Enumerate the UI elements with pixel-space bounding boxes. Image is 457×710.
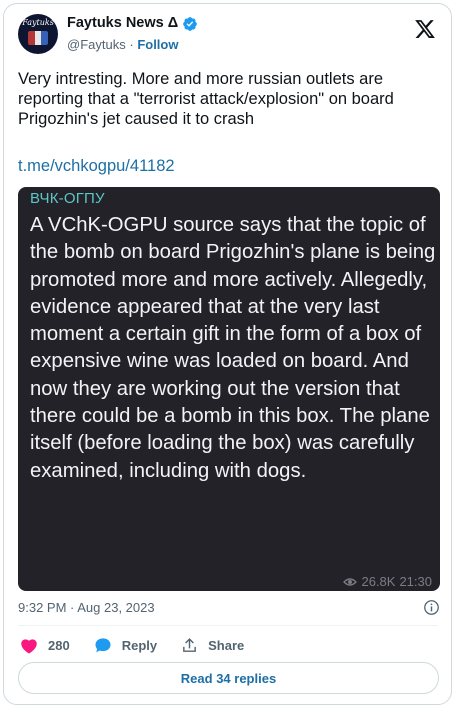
like-count: 280: [48, 637, 70, 653]
eye-icon: [343, 577, 358, 586]
tweet-header: Faytuks Faytuks News Δ @Faytuks · Follow: [18, 14, 438, 58]
info-icon[interactable]: [423, 599, 440, 616]
author-name-row: Faytuks News Δ: [67, 14, 198, 33]
author-handle-row: @Faytuks · Follow: [67, 35, 198, 54]
tweet-actions: 280 Reply Share: [20, 635, 268, 655]
reply-button[interactable]: Reply: [94, 637, 157, 654]
like-button[interactable]: 280: [20, 637, 70, 654]
read-replies-button[interactable]: Read 34 replies: [18, 662, 439, 694]
embed-message-text: A VChK-OGPU source says that the topic o…: [30, 214, 436, 482]
reply-bubble-icon: [95, 637, 111, 652]
telegram-embed-image[interactable]: ВЧК-ОГПУ A VChK-OGPU source says that th…: [18, 187, 440, 591]
embed-channel-name: ВЧК-ОГПУ: [30, 190, 105, 207]
author-info: Faytuks News Δ @Faytuks · Follow: [67, 14, 198, 54]
reply-label: Reply: [121, 637, 158, 653]
avatar-flag-mark: [28, 31, 48, 45]
tweet-text: Very intresting. More and more russian o…: [18, 70, 394, 128]
tweet-timestamp[interactable]: 9:32 PM · Aug 23, 2023: [18, 600, 155, 616]
x-logo-icon[interactable]: [414, 18, 436, 40]
author-handle[interactable]: @Faytuks: [67, 37, 126, 52]
embed-view-count: 26.8K: [361, 574, 396, 589]
share-label: Share: [208, 637, 245, 653]
embed-meta: 26.8K 21:30: [343, 574, 432, 589]
tweet-link[interactable]: t.me/vchkogpu/41182: [18, 156, 175, 176]
embed-time: 21:30: [399, 574, 432, 589]
share-button[interactable]: Share: [181, 637, 244, 654]
avatar-logo-text: Faytuks: [22, 18, 54, 27]
author-avatar[interactable]: Faytuks: [18, 14, 58, 54]
follow-button[interactable]: Follow: [137, 37, 178, 52]
heart-icon: [21, 638, 37, 653]
handle-separator: ·: [129, 37, 134, 52]
verified-badge-icon: [183, 16, 198, 31]
divider: [18, 625, 438, 626]
author-display-name[interactable]: Faytuks News Δ: [67, 14, 178, 33]
share-icon: [183, 637, 196, 652]
